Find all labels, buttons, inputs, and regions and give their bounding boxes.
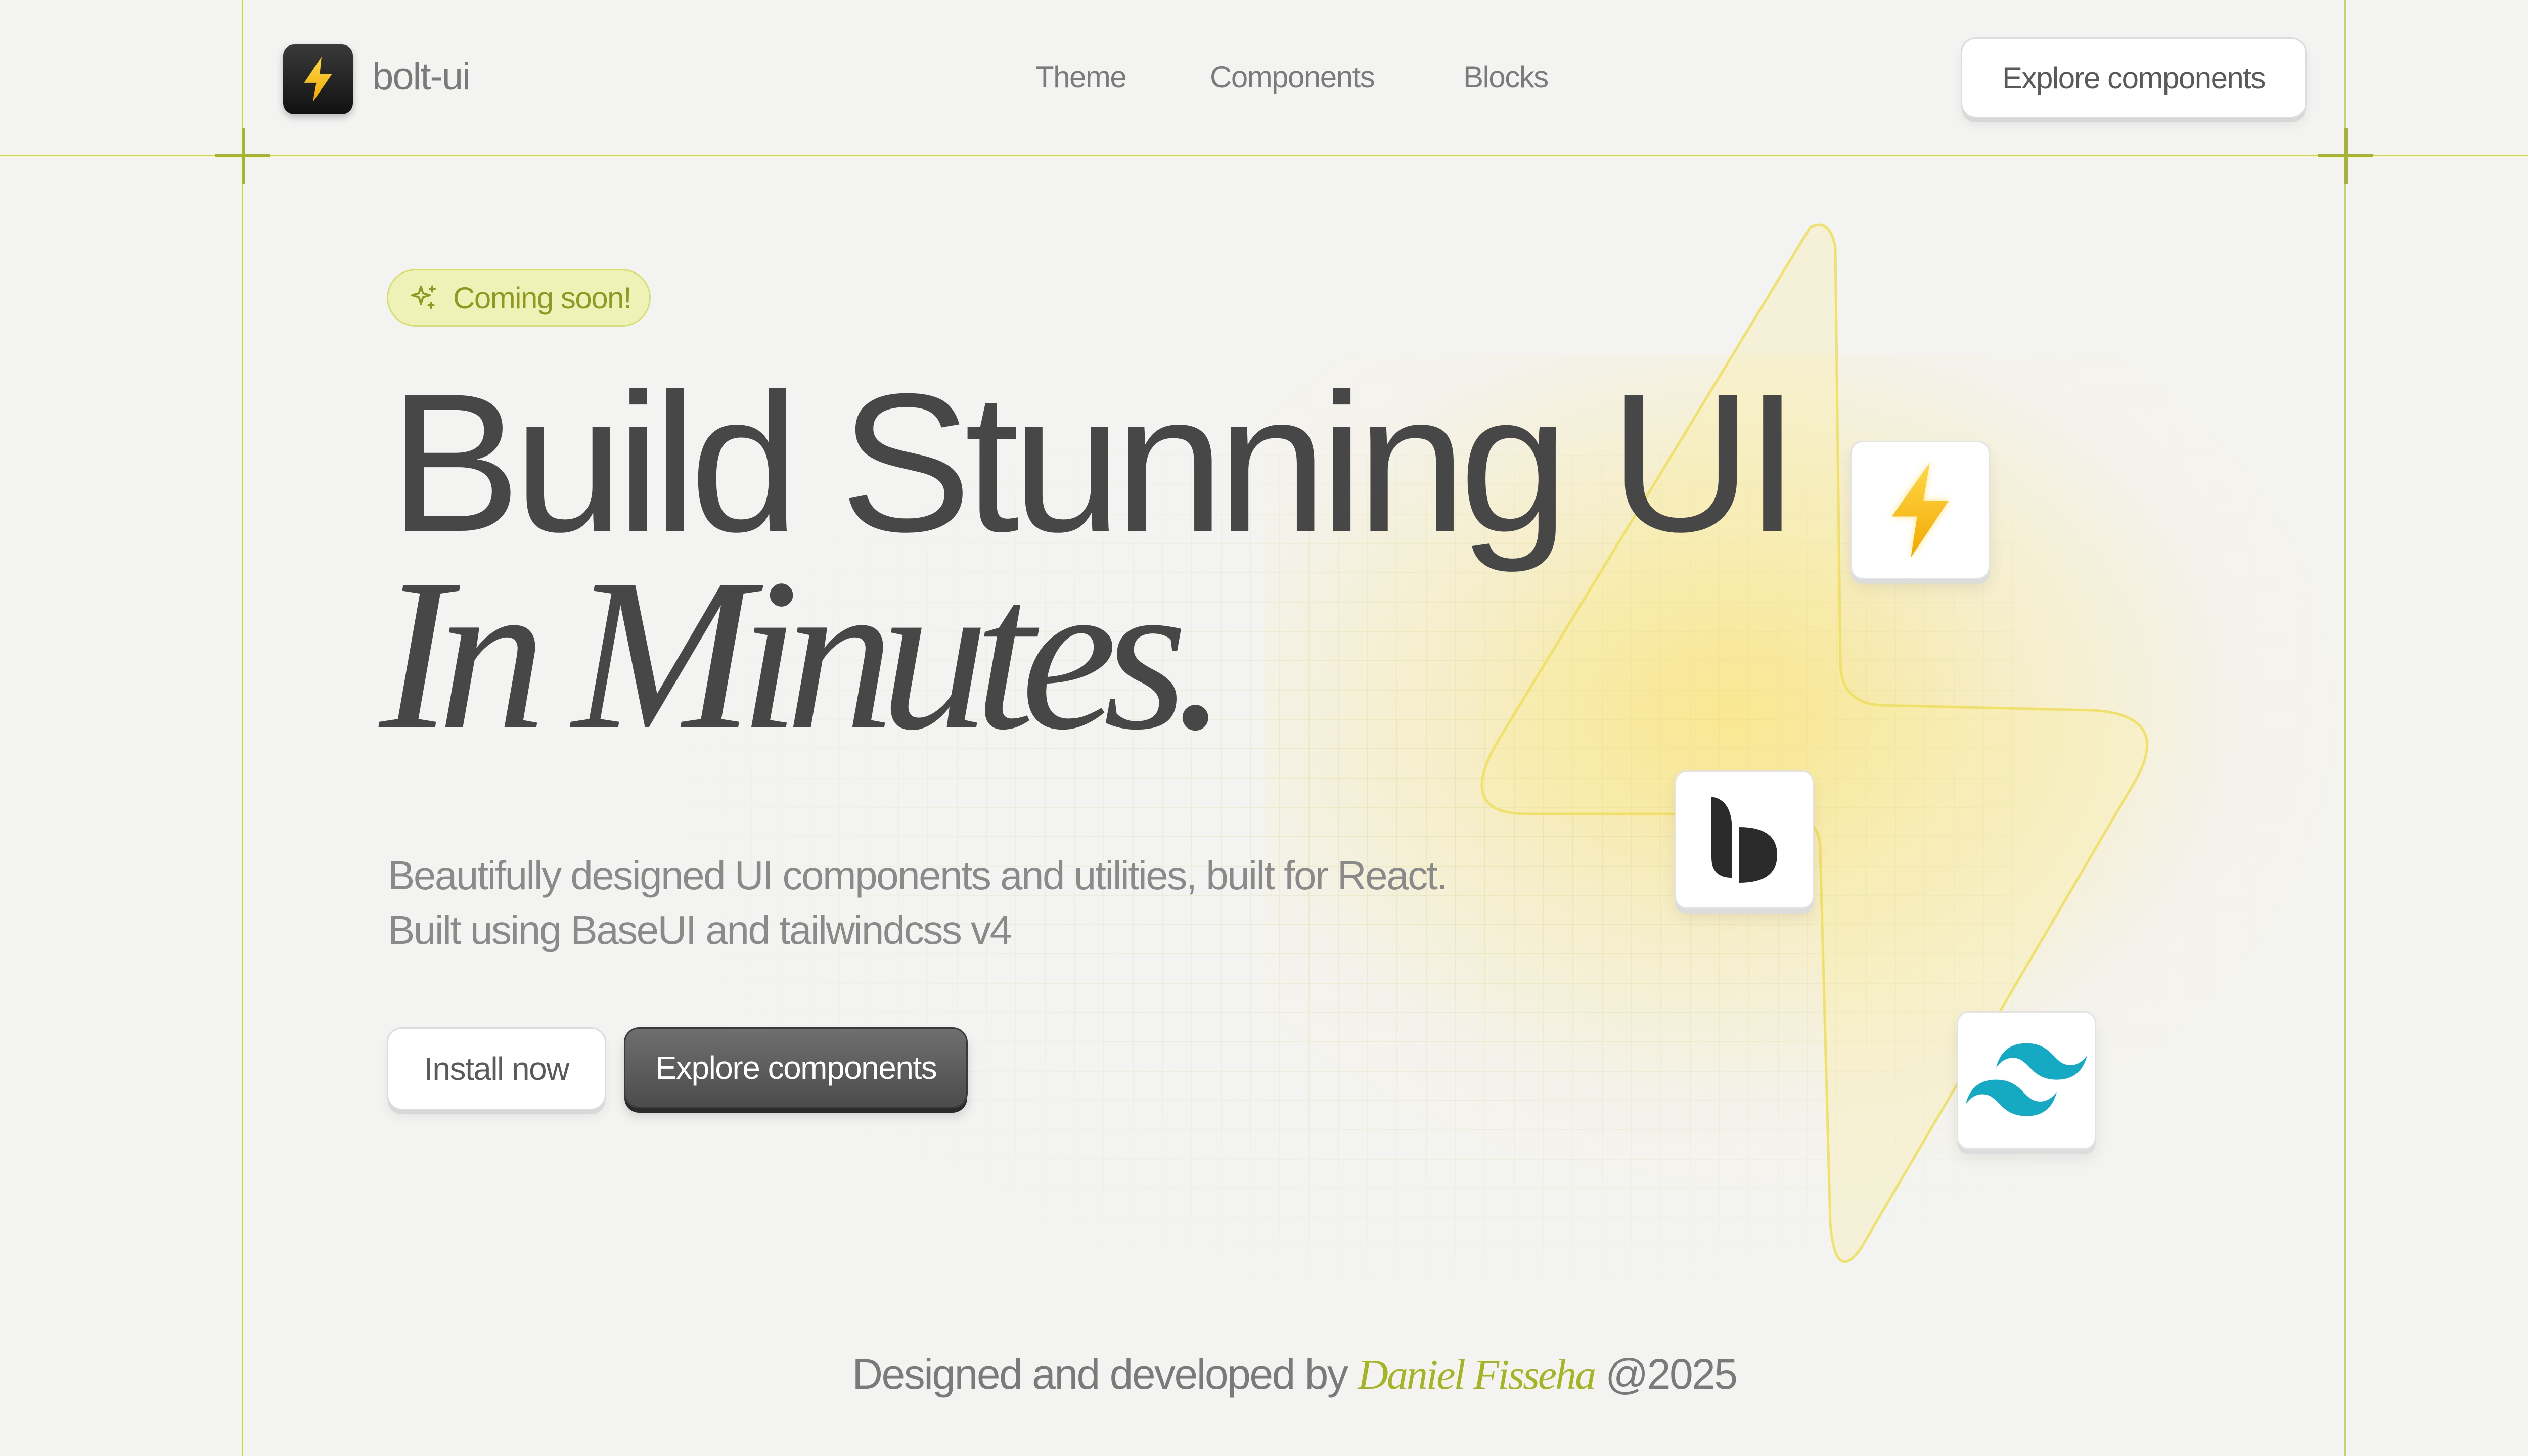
footer-year: @2025	[1605, 1350, 1738, 1398]
tailwindcss-card	[1957, 1011, 2096, 1150]
logo[interactable]	[283, 44, 353, 114]
nav-link-blocks[interactable]: Blocks	[1463, 60, 1549, 95]
tailwindcss-logo-icon	[1966, 1043, 2087, 1116]
baseui-logo-icon	[1711, 797, 1777, 883]
hero-description-line1: Beautifully designed UI components and u…	[388, 853, 1448, 898]
corner-plus-icon	[2318, 128, 2373, 184]
explore-components-button[interactable]: Explore components	[624, 1027, 968, 1108]
footer-credit: Designed and developed by Daniel Fisseha…	[0, 1350, 2528, 1399]
logo-text[interactable]: bolt-ui	[372, 55, 471, 99]
frame-line-left	[242, 0, 243, 1456]
corner-plus-icon	[215, 128, 270, 184]
hero-headline: Build Stunning UI	[389, 352, 1800, 573]
footer-prefix: Designed and developed by	[852, 1350, 1348, 1398]
bolt-icon	[304, 57, 332, 102]
landing-page: bolt-ui Theme Components Blocks Explore …	[0, 0, 2528, 1456]
hero-description-line2: Built using BaseUI and tailwindcss v4	[388, 907, 1012, 952]
nav-link-components[interactable]: Components	[1210, 60, 1375, 95]
footer-author-link[interactable]: Daniel Fisseha	[1358, 1351, 1596, 1398]
coming-soon-badge: Coming soon!	[387, 269, 651, 327]
frame-line-top	[0, 155, 2528, 156]
nav-explore-components-button[interactable]: Explore components	[1961, 37, 2307, 118]
install-now-button[interactable]: Install now	[387, 1027, 606, 1110]
bolt-icon	[1891, 463, 1949, 558]
nav-link-theme[interactable]: Theme	[1035, 60, 1127, 95]
badge-label: Coming soon!	[453, 281, 632, 315]
frame-line-right	[2344, 0, 2346, 1456]
sparkles-icon	[411, 285, 436, 309]
bolt-card	[1850, 441, 1990, 579]
baseui-card	[1675, 770, 1814, 909]
hero-headline-italic: In Minutes.	[379, 534, 1228, 775]
